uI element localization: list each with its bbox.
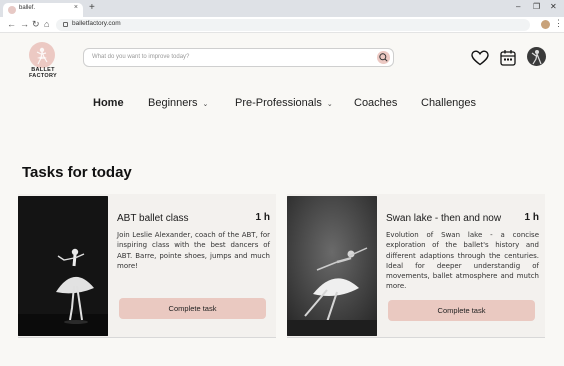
card-duration: 1 h [524, 212, 539, 223]
ballerina-image [18, 196, 108, 336]
nav-item-label: Pre-Professionals [235, 97, 322, 109]
task-card: Swan lake - then and now 1 h Evolution o… [287, 194, 545, 338]
card-description: Join Leslie Alexander, coach of the ABT,… [117, 231, 270, 270]
back-icon[interactable]: ← [7, 19, 16, 30]
tab-close-icon[interactable]: × [74, 4, 78, 11]
nav-item-home[interactable]: Home [93, 97, 124, 109]
forward-icon[interactable]: → [20, 19, 29, 30]
heart-icon[interactable] [471, 50, 489, 66]
search-input[interactable]: What do you want to improve today? [92, 54, 189, 60]
url-text: balletfactory.com [72, 20, 121, 27]
nav-item-pre-professionals[interactable]: Pre-Professionals ⌄ [235, 97, 333, 109]
browser-tab-bar: ballef. × + – ❐ ✕ [0, 0, 564, 17]
complete-task-button[interactable]: Complete task [119, 298, 266, 319]
swan-lake-image [287, 196, 377, 336]
avatar[interactable] [527, 47, 546, 66]
chevron-down-icon: ⌄ [202, 101, 209, 108]
card-title: Swan lake - then and now [386, 213, 502, 224]
nav-item-coaches[interactable]: Coaches [354, 97, 397, 109]
favicon-icon [8, 6, 16, 14]
card-description: Evolution of Swan lake - a concise explo… [386, 231, 539, 291]
card-duration: 1 h [255, 212, 270, 223]
browser-profile-avatar[interactable] [541, 20, 550, 29]
nav-item-beginners[interactable]: Beginners ⌄ [148, 97, 208, 109]
logo-icon[interactable] [29, 42, 55, 68]
task-card: ABT ballet class 1 h Join Leslie Alexand… [18, 194, 276, 338]
restore-icon[interactable]: ❐ [533, 2, 540, 12]
page-title: Tasks for today [22, 164, 132, 181]
calendar-icon[interactable] [500, 49, 516, 66]
reload-icon[interactable]: ↻ [32, 19, 40, 30]
browser-menu-icon[interactable]: ⋮ [554, 18, 563, 29]
tab-title: ballef. [19, 5, 36, 11]
chevron-down-icon: ⌄ [326, 101, 333, 108]
lock-icon [63, 22, 68, 27]
nav-item-challenges[interactable]: Challenges [421, 97, 476, 109]
browser-tab[interactable]: ballef. × [3, 3, 83, 17]
search-bar[interactable]: What do you want to improve today? [83, 48, 394, 67]
nav-item-label: Beginners [148, 97, 198, 109]
home-icon[interactable]: ⌂ [44, 19, 49, 30]
complete-task-button[interactable]: Complete task [388, 300, 535, 321]
new-tab-button[interactable]: + [89, 2, 95, 14]
search-icon[interactable] [377, 51, 390, 64]
close-window-icon[interactable]: ✕ [550, 2, 557, 12]
logo-text: BALLET FACTORY [28, 67, 58, 79]
browser-address-bar: ← → ↻ ⌂ balletfactory.com ⋮ [0, 17, 564, 33]
card-title: ABT ballet class [117, 213, 189, 224]
minimize-icon[interactable]: – [516, 2, 520, 12]
url-field[interactable]: balletfactory.com [56, 19, 530, 31]
